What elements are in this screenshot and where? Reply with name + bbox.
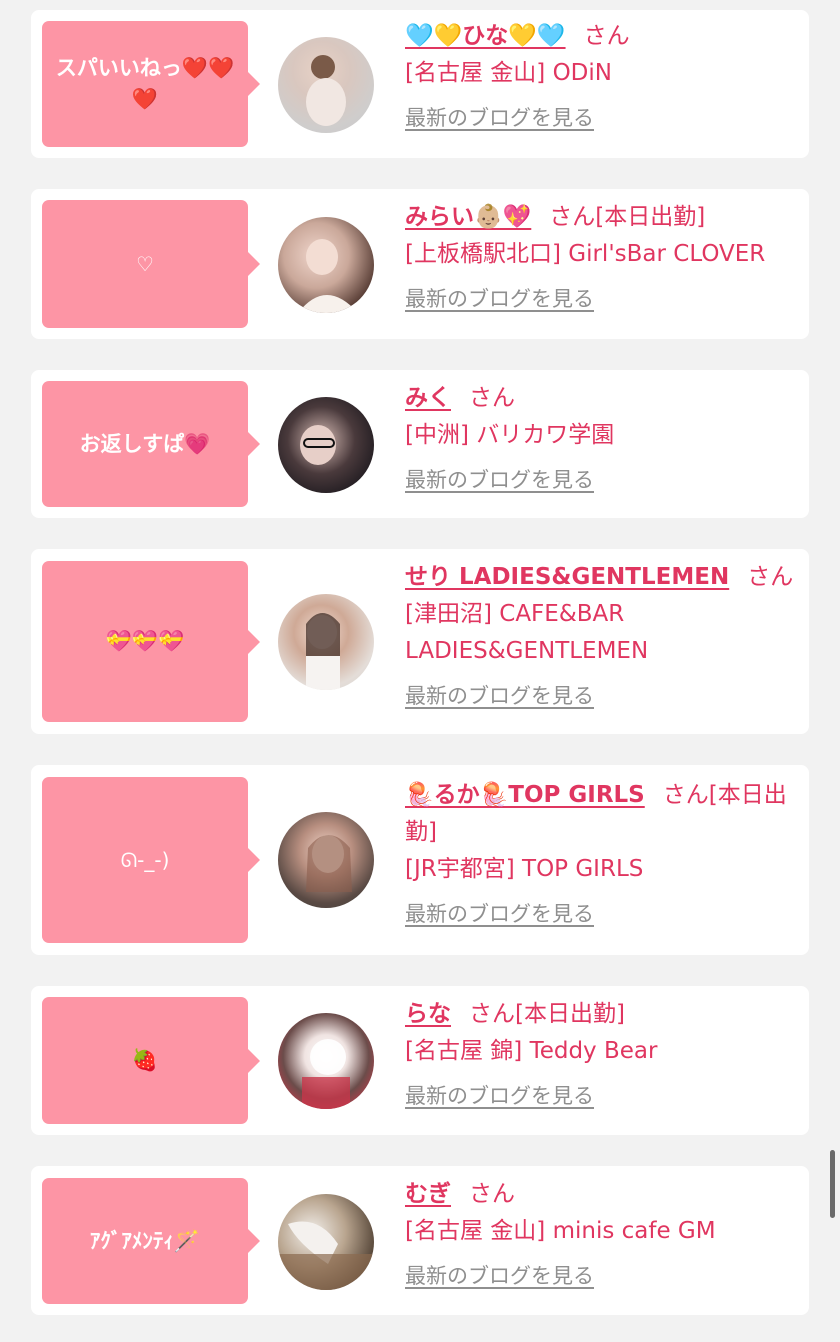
message-text: ᘏ-_-) bbox=[120, 847, 170, 872]
honorific: さん bbox=[549, 204, 596, 230]
message-bubble: ♡ bbox=[42, 200, 260, 328]
avatar[interactable] bbox=[278, 812, 374, 908]
card-info: むぎ さん [名古屋 金山] minis cafe GM 最新のブログを見る bbox=[405, 1176, 803, 1295]
person-photo-icon bbox=[278, 1221, 374, 1290]
person-photo-icon bbox=[306, 613, 340, 690]
latest-blog-link[interactable]: 最新のブログを見る bbox=[405, 100, 594, 137]
card-info: らな さん[本日出勤] [名古屋 錦] Teddy Bear 最新のブログを見る bbox=[405, 996, 803, 1115]
blog-card: ♡ みらい👶🏼💖 さん[本日出勤] [上板橋駅北口] Girl'sBar CLOV… bbox=[31, 189, 809, 339]
honorific: さん bbox=[662, 782, 709, 808]
avatar[interactable] bbox=[278, 1194, 374, 1290]
message-text: 🍓 bbox=[131, 1048, 159, 1072]
message-bubble: 🍓 bbox=[42, 997, 260, 1124]
message-text: ｱｸﾞｱﾒﾝﾃｨ🪄 bbox=[89, 1228, 201, 1253]
card-info: みく さん [中洲] バリカワ学園 最新のブログを見る bbox=[405, 380, 803, 499]
person-photo-icon bbox=[306, 55, 346, 126]
blog-card: ｱｸﾞｱﾒﾝﾃｨ🪄 むぎ さん [名古屋 金山] minis cafe GM 最新… bbox=[31, 1166, 809, 1315]
message-text: ♡ bbox=[136, 251, 154, 276]
status-text: [本日出勤] bbox=[515, 1001, 625, 1027]
blog-card: 🍓 らな さん[本日出勤] [名古屋 錦] Teddy Bear 最新のブログを見… bbox=[31, 986, 809, 1135]
girl-name-link[interactable]: 🩵💛ひな💛🩵 bbox=[405, 23, 566, 49]
person-photo-icon bbox=[300, 425, 336, 465]
avatar[interactable] bbox=[278, 217, 374, 313]
person-photo-icon bbox=[306, 835, 352, 892]
latest-blog-link[interactable]: 最新のブログを見る bbox=[405, 462, 594, 499]
girl-name-link[interactable]: らな bbox=[405, 1001, 451, 1027]
honorific: さん bbox=[747, 564, 794, 590]
honorific: さん bbox=[583, 23, 630, 49]
person-photo-icon bbox=[302, 1039, 350, 1109]
latest-blog-link[interactable]: 最新のブログを見る bbox=[405, 1078, 594, 1115]
latest-blog-link[interactable]: 最新のブログを見る bbox=[405, 896, 594, 933]
scrollbar[interactable] bbox=[830, 1150, 835, 1218]
card-info: 🩵💛ひな💛🩵 さん [名古屋 金山] ODiN 最新のブログを見る bbox=[405, 18, 803, 137]
shop-text: [上板橋駅北口] Girl'sBar CLOVER bbox=[405, 241, 766, 267]
girl-name-link[interactable]: みらい👶🏼💖 bbox=[405, 204, 531, 230]
girl-name-link[interactable]: せり LADIES&GENTLEMEN bbox=[405, 564, 729, 590]
shop-text: [名古屋 金山] minis cafe GM bbox=[405, 1218, 716, 1244]
blog-card: ᘏ-_-) 🪼るか🪼TOP GIRLS さん[本日出勤] [JR宇都宮] TOP … bbox=[31, 765, 809, 955]
blog-card: スパいいねっ❤️❤️❤️ 🩵💛ひな💛🩵 さん [名古屋 金山] ODiN 最新のブ… bbox=[31, 10, 809, 158]
message-bubble: スパいいねっ❤️❤️❤️ bbox=[42, 21, 260, 147]
avatar[interactable] bbox=[278, 594, 374, 690]
latest-blog-link[interactable]: 最新のブログを見る bbox=[405, 281, 594, 318]
blog-card: お返しすぱ💗 みく さん [中洲] バリカワ学園 最新のブログを見る bbox=[31, 370, 809, 518]
shop-text: [中洲] バリカワ学園 bbox=[405, 422, 615, 448]
avatar[interactable] bbox=[278, 37, 374, 133]
girl-name-link[interactable]: むぎ bbox=[405, 1181, 451, 1207]
avatar[interactable] bbox=[278, 397, 374, 493]
avatar[interactable] bbox=[278, 1013, 374, 1109]
message-bubble: 💝💝💝 bbox=[42, 561, 260, 722]
shop-text: [津田沼] CAFE&BAR LADIES&GENTLEMEN bbox=[405, 601, 649, 664]
card-info: みらい👶🏼💖 さん[本日出勤] [上板橋駅北口] Girl'sBar CLOVER… bbox=[405, 199, 803, 318]
message-text: お返しすぱ💗 bbox=[79, 431, 211, 456]
message-bubble: お返しすぱ💗 bbox=[42, 381, 260, 507]
blog-card: 💝💝💝 せり LADIES&GENTLEMEN さん [津田沼] CAFE&BAR… bbox=[31, 549, 809, 734]
message-text: スパいいねっ❤️❤️❤️ bbox=[55, 56, 235, 111]
girl-name-link[interactable]: みく bbox=[405, 385, 451, 411]
honorific: さん bbox=[469, 385, 515, 411]
latest-blog-link[interactable]: 最新のブログを見る bbox=[405, 678, 594, 715]
shop-text: [JR宇都宮] TOP GIRLS bbox=[405, 856, 644, 882]
message-bubble: ｱｸﾞｱﾒﾝﾃｨ🪄 bbox=[42, 1178, 260, 1304]
honorific: さん bbox=[469, 1001, 515, 1027]
person-photo-icon bbox=[298, 239, 358, 313]
shop-text: [名古屋 錦] Teddy Bear bbox=[405, 1038, 658, 1064]
status-text: [本日出勤] bbox=[595, 204, 706, 230]
honorific: さん bbox=[469, 1181, 515, 1207]
latest-blog-link[interactable]: 最新のブログを見る bbox=[405, 1258, 594, 1295]
message-text: 💝💝💝 bbox=[105, 629, 185, 653]
shop-text: [名古屋 金山] ODiN bbox=[405, 60, 612, 86]
girl-name-link[interactable]: 🪼るか🪼TOP GIRLS bbox=[405, 782, 645, 808]
card-info: 🪼るか🪼TOP GIRLS さん[本日出勤] [JR宇都宮] TOP GIRLS … bbox=[405, 777, 803, 933]
message-bubble: ᘏ-_-) bbox=[42, 777, 260, 943]
card-info: せり LADIES&GENTLEMEN さん [津田沼] CAFE&BAR LAD… bbox=[405, 559, 803, 715]
